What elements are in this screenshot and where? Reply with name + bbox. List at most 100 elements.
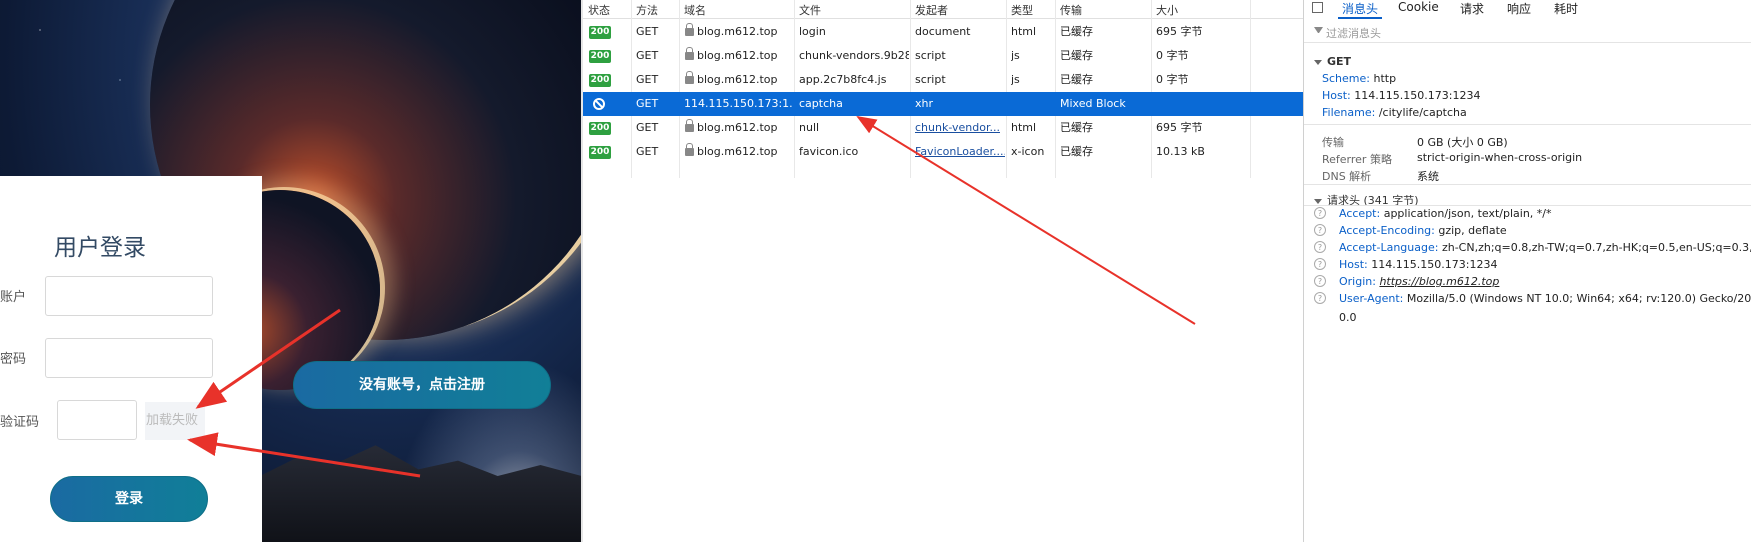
cell-file: app.2c7b8fc4.js [799,73,887,86]
request-header-row: Accept-Language: zh-CN,zh;q=0.8,zh-TW;q=… [1339,241,1751,254]
tab-request[interactable]: 请求 [1460,0,1484,17]
request-header-row: Accept-Encoding: gzip, deflate [1339,224,1507,237]
lock-icon [685,71,694,84]
column-header-initiator[interactable]: 发起者 [915,2,948,18]
cell-type: x-icon [1011,145,1045,158]
request-details-panel: 消息头 Cookie 请求 响应 耗时 过滤消息头 GET Scheme: ht… [1303,0,1751,542]
captcha-input[interactable] [57,400,137,440]
lock-icon [685,119,694,132]
network-request-row[interactable]: 200 GET blog.m612.top null chunk-vendor... ht… [583,116,1303,140]
cell-domain: blog.m612.top [697,49,778,62]
header-value: gzip, deflate [1438,224,1507,237]
header-value[interactable]: https://blog.m612.top [1379,275,1499,288]
login-button[interactable]: 登录 [50,476,208,522]
tab-response[interactable]: 响应 [1507,0,1531,17]
request-header-row: User-Agent: Mozilla/5.0 (Windows NT 10.0… [1339,292,1751,305]
login-card: 用户登录 账户 密码 验证码 加载失败 登录 [0,176,262,542]
filename-row: Filename: /citylife/captcha [1322,106,1467,119]
header-value: 114.115.150.173:1234 [1371,258,1498,271]
cell-file: null [799,121,820,134]
column-header-type[interactable]: 类型 [1011,2,1033,18]
transfer-value: 0 GB (大小 0 GB) [1417,136,1508,149]
get-section-toggle[interactable]: GET [1314,55,1351,68]
account-label: 账户 [0,290,27,305]
cell-size: 695 字节 [1156,25,1203,38]
network-request-row[interactable]: 200 GET blog.m612.top chunk-vendors.9b288 sc… [583,44,1303,68]
network-request-row[interactable]: 200 GET blog.m612.top app.2c7b8fc4.js script… [583,68,1303,92]
filter-headers-input[interactable]: 过滤消息头 [1304,21,1751,43]
status-badge: 200 [589,122,611,135]
status-badge: 200 [589,74,611,87]
cell-initiator[interactable]: chunk-vendor... [915,116,1005,140]
tab-cookie[interactable]: Cookie [1398,0,1439,14]
blocked-icon [593,98,605,110]
tab-timings[interactable]: 耗时 [1554,0,1578,17]
help-icon[interactable]: ? [1314,207,1326,219]
status-badge: 200 [589,26,611,39]
referrer-policy-key: Referrer 策略 [1322,153,1392,166]
cell-transfer: 已缓存 [1060,145,1093,158]
cell-domain: blog.m612.top [697,73,778,86]
cell-type: html [1011,121,1037,134]
cell-method: GET [636,97,659,110]
cell-initiator: script [915,49,946,62]
help-icon[interactable]: ? [1314,241,1326,253]
referrer-policy-value: strict-origin-when-cross-origin [1417,151,1583,164]
filter-placeholder: 过滤消息头 [1326,27,1381,40]
dns-resolution-value: 系统 [1417,170,1439,183]
header-key: User-Agent: [1339,292,1404,305]
cell-file: captcha [799,97,843,110]
header-key: Accept: [1339,207,1381,220]
cell-file: chunk-vendors.9b288 [799,49,909,62]
cell-method: GET [636,121,659,134]
account-input[interactable] [45,276,213,316]
caret-down-icon [1314,198,1322,204]
cell-file: login [799,25,826,38]
lock-icon [685,143,694,156]
cell-type: js [1011,49,1020,62]
password-input[interactable] [45,338,213,378]
network-request-row[interactable]: 200 GET blog.m612.top favicon.ico FaviconLoa… [583,140,1303,164]
cell-domain: blog.m612.top [697,121,778,134]
column-header-transfer[interactable]: 传输 [1060,2,1082,18]
header-key: Host: [1339,258,1368,271]
header-value: application/json, text/plain, */* [1383,207,1552,220]
column-header-status[interactable]: 状态 [588,2,610,18]
scheme-row: Scheme: http [1322,72,1397,85]
cell-transfer: 已缓存 [1060,73,1093,86]
network-request-row[interactable]: 200 GET blog.m612.top login document html 已缓存 6… [583,20,1303,44]
cell-method: GET [636,49,659,62]
register-button[interactable]: 没有账号，点击注册 [293,361,551,409]
column-header-domain[interactable]: 域名 [684,2,706,18]
caret-down-icon [1314,59,1322,65]
toggle-panel-icon[interactable] [1312,2,1323,13]
cell-transfer: 已缓存 [1060,25,1093,38]
cell-domain: blog.m612.top [697,25,778,38]
cell-transfer: Mixed Block [1060,97,1126,110]
help-icon[interactable]: ? [1314,224,1326,236]
cell-domain: blog.m612.top [697,145,778,158]
request-header-row: Origin: https://blog.m612.top [1339,275,1499,288]
request-header-row: Accept: application/json, text/plain, */… [1339,207,1552,220]
active-tab-indicator [1338,17,1382,19]
cell-initiator[interactable]: FaviconLoader.... [915,140,1005,164]
cell-size: 695 字节 [1156,121,1203,134]
cell-method: GET [636,25,659,38]
network-request-row[interactable]: GET 114.115.150.173:1... captcha xhr Mixed B… [583,92,1303,116]
column-header-file[interactable]: 文件 [799,2,821,18]
lock-icon [685,23,694,36]
captcha-label: 验证码 [0,415,40,430]
tab-headers[interactable]: 消息头 [1342,0,1378,17]
request-header-row: Host: 114.115.150.173:1234 [1339,258,1497,271]
captcha-image[interactable]: 加载失败 [145,402,205,440]
help-icon[interactable]: ? [1314,258,1326,270]
login-title: 用户登录 [54,235,146,261]
help-icon[interactable]: ? [1314,292,1326,304]
cell-transfer: 已缓存 [1060,49,1093,62]
cell-transfer: 已缓存 [1060,121,1093,134]
cell-size: 0 字节 [1156,49,1189,62]
column-header-method[interactable]: 方法 [636,2,658,18]
network-panel: 状态 方法 域名 文件 发起者 类型 传输 大小 200 GET blog.m612… [583,0,1303,542]
column-header-size[interactable]: 大小 [1156,2,1178,18]
help-icon[interactable]: ? [1314,275,1326,287]
